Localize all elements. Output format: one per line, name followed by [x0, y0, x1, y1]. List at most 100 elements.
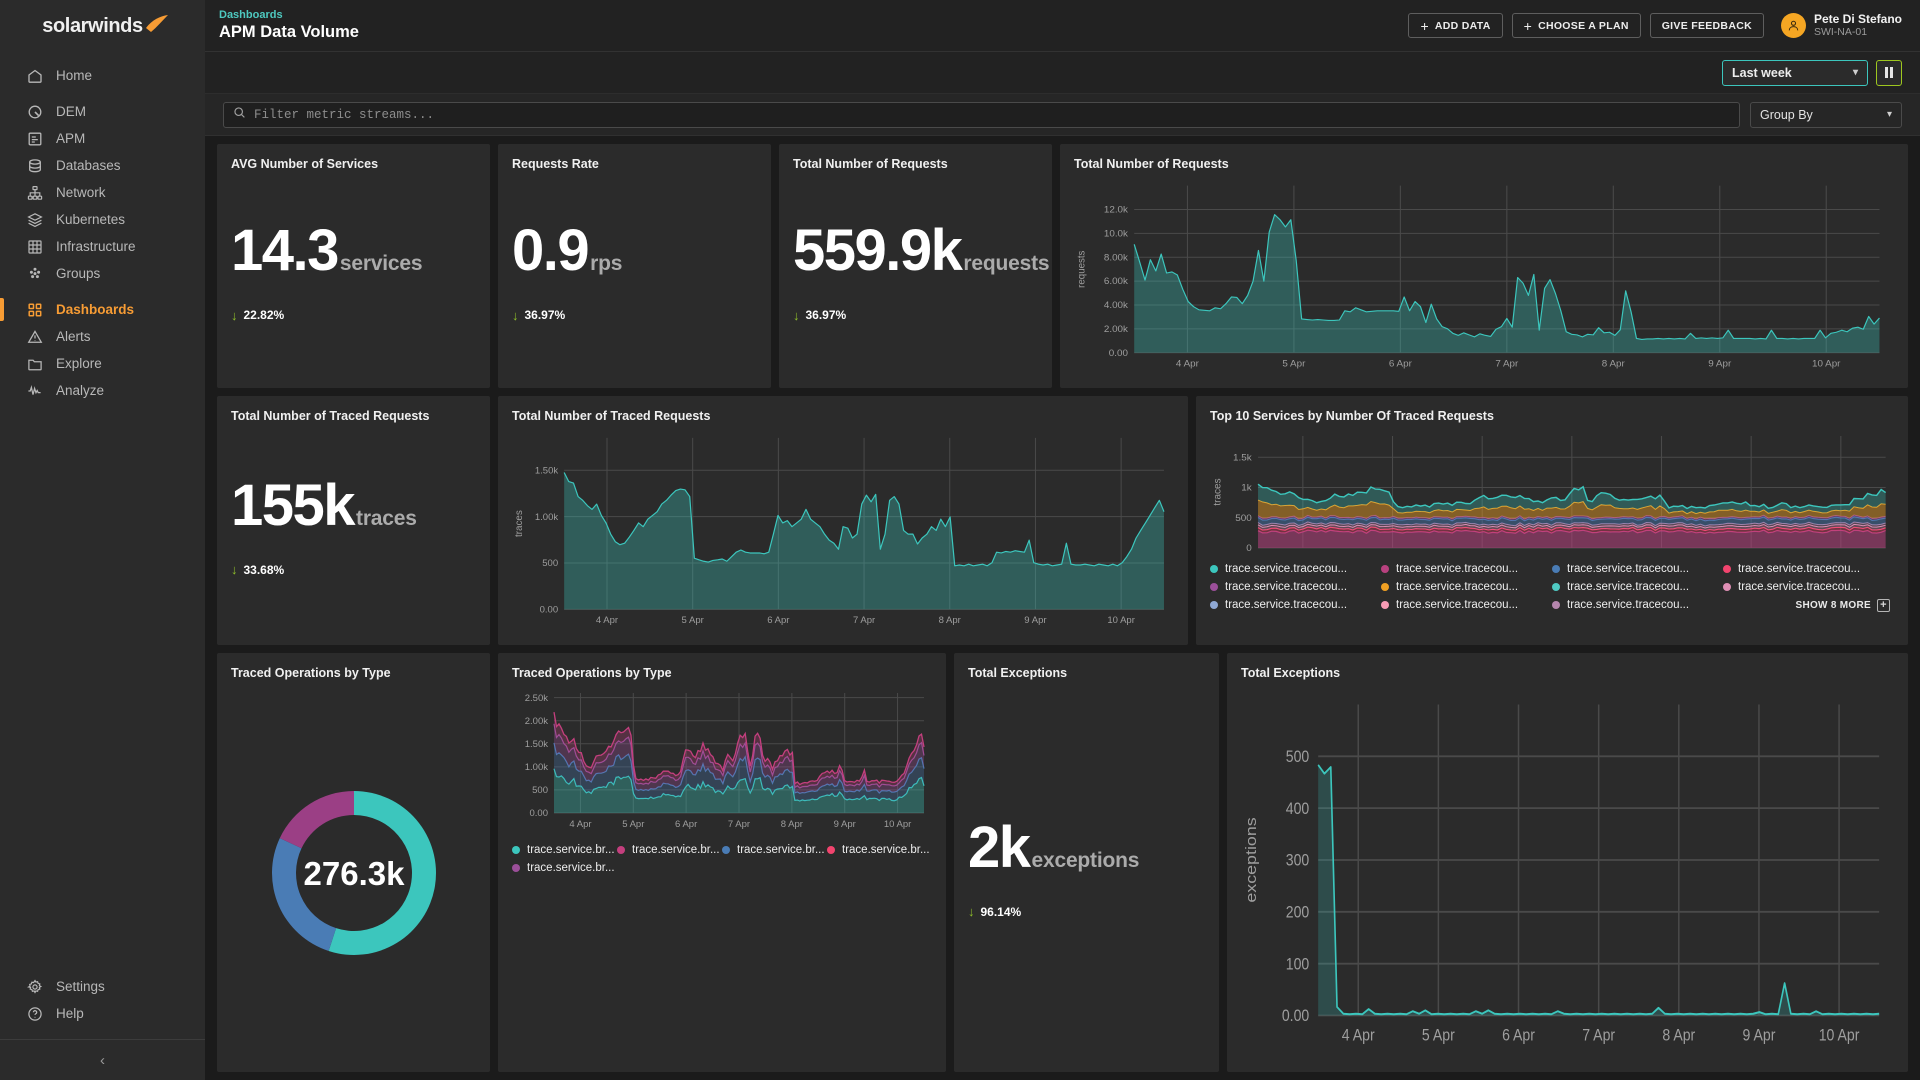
legend-label: trace.service.br...: [842, 844, 930, 856]
donut-body[interactable]: 276.3k: [231, 683, 476, 1062]
group-by-select[interactable]: Group By ▾: [1750, 101, 1902, 128]
plus-icon: +: [1523, 17, 1533, 34]
legend-item[interactable]: trace.service.tracecou...: [1381, 578, 1552, 596]
svg-text:0.00: 0.00: [540, 605, 559, 616]
sidebar-item-alerts[interactable]: Alerts: [0, 323, 205, 350]
time-range-select[interactable]: Last week ▾: [1722, 59, 1868, 86]
search-box[interactable]: [223, 101, 1740, 128]
user-menu[interactable]: Pete Di Stefano SWI-NA-01: [1780, 12, 1902, 39]
home-icon: [26, 67, 43, 84]
svg-text:1.00k: 1.00k: [525, 762, 548, 773]
legend-item[interactable]: trace.service.tracecou...: [1723, 560, 1894, 578]
chart-traced-ops-type[interactable]: 0.00 500 1.00k 1.50k 2.00k 2.50k 4 Apr 5 Apr 6 A…: [512, 683, 932, 835]
sidebar-item-label: DEM: [56, 104, 86, 119]
add-data-button[interactable]: + ADD DATA: [1408, 13, 1503, 38]
sidebar-item-help[interactable]: Help: [0, 1000, 205, 1027]
chart-total-requests[interactable]: 0.00 2.00k 4.00k 6.00k 8.00k 10.0k 12.0k 4 Apr 5…: [1074, 174, 1894, 378]
legend-label: trace.service.br...: [737, 844, 825, 856]
chart-top10-services[interactable]: 0 500 1k 1.5k traces: [1210, 426, 1894, 554]
chevron-left-icon[interactable]: ‹: [100, 1052, 105, 1069]
legend-item[interactable]: trace.service.tracecou...: [1381, 560, 1552, 578]
apm-icon: [26, 130, 43, 147]
kpi-number: 0.9: [512, 218, 590, 283]
svg-text:6.00k: 6.00k: [1104, 277, 1128, 288]
sidebar-item-infrastructure[interactable]: Infrastructure: [0, 233, 205, 260]
kpi-unit: traces: [356, 506, 417, 530]
sidebar-item-groups[interactable]: Groups: [0, 260, 205, 287]
legend-item[interactable]: trace.service.br...: [722, 841, 827, 859]
arrow-down-icon: ↓: [231, 562, 238, 577]
pause-icon-bar: [1885, 67, 1888, 78]
show-more-label: SHOW 8 MORE: [1795, 599, 1871, 611]
kpi-delta-value: 96.14%: [980, 904, 1022, 919]
kpi-delta: ↓ 36.97%: [793, 308, 1038, 322]
legend-item[interactable]: trace.service.tracecou...: [1552, 560, 1723, 578]
legend-top10-services: trace.service.tracecou... trace.service.t…: [1210, 560, 1894, 614]
sidebar-item-dem[interactable]: DEM: [0, 98, 205, 125]
legend-item[interactable]: trace.service.tracecou...: [1552, 596, 1723, 614]
sidebar-item-analyze[interactable]: Analyze: [0, 377, 205, 404]
donut-slice[interactable]: [279, 790, 354, 848]
sidebar-item-dashboards[interactable]: Dashboards: [0, 296, 205, 323]
kpi-card-requests-rate: Requests Rate 0.9 rps ↓ 36.97%: [498, 144, 771, 388]
chart-traced-requests[interactable]: 0.00 500 1.00k 1.50k 4 Apr 5 Apr 6 Apr 7 Apr 8 A…: [512, 426, 1174, 635]
legend-label: trace.service.tracecou...: [1225, 599, 1348, 611]
chart-card-traced-ops-type: Traced Operations by Type 0.00 500 1.00k 1.…: [498, 653, 946, 1072]
svg-text:5 Apr: 5 Apr: [622, 819, 644, 830]
search-input[interactable]: [254, 107, 1730, 122]
svg-text:9 Apr: 9 Apr: [1708, 359, 1732, 370]
choose-a-plan-button[interactable]: + CHOOSE A PLAN: [1511, 13, 1641, 38]
svg-text:0.00: 0.00: [530, 808, 549, 819]
sidebar-item-settings[interactable]: Settings: [0, 973, 205, 1000]
kpi-number: 2k: [968, 814, 1031, 880]
time-range-value: Last week: [1732, 65, 1792, 80]
legend-item[interactable]: trace.service.tracecou...: [1723, 578, 1894, 596]
sidebar-item-label: Network: [56, 185, 106, 200]
svg-text:0.00: 0.00: [1109, 348, 1128, 359]
sidebar-item-databases[interactable]: Databases: [0, 152, 205, 179]
sidebar-item-home[interactable]: Home: [0, 62, 205, 89]
legend-item[interactable]: trace.service.tracecou...: [1552, 578, 1723, 596]
legend-item[interactable]: trace.service.br...: [827, 841, 932, 859]
breadcrumb[interactable]: Dashboards: [219, 9, 359, 22]
svg-text:300: 300: [1286, 852, 1310, 870]
donut-center-label: 276.3k: [303, 855, 405, 892]
legend-label: trace.service.tracecou...: [1567, 581, 1690, 593]
svg-text:4.00k: 4.00k: [1104, 300, 1128, 311]
sidebar-item-kubernetes[interactable]: Kubernetes: [0, 206, 205, 233]
card-title: Total Number of Requests: [1074, 157, 1229, 171]
legend-item[interactable]: trace.service.tracecou...: [1210, 560, 1381, 578]
legend-label: trace.service.tracecou...: [1396, 599, 1519, 611]
brand-logo[interactable]: solarwinds: [0, 0, 205, 52]
add-data-label: ADD DATA: [1434, 19, 1491, 32]
legend-traced-ops: trace.service.br... trace.service.br... tr…: [512, 841, 932, 877]
svg-text:traces: traces: [514, 510, 525, 537]
chart-total-exceptions[interactable]: 0.00 100 200 300 400 500 4 Apr 5 Apr 6 Apr 7 Apr 8…: [1241, 683, 1894, 1062]
sidebar-collapse-row: ‹: [0, 1040, 205, 1080]
legend-item[interactable]: trace.service.br...: [512, 841, 617, 859]
legend-color-dot: [1210, 565, 1218, 573]
svg-text:1k: 1k: [1241, 483, 1252, 494]
arrow-down-icon: ↓: [793, 307, 800, 323]
sidebar-item-apm[interactable]: APM: [0, 125, 205, 152]
legend-item[interactable]: trace.service.tracecou...: [1210, 578, 1381, 596]
main-content: Dashboards APM Data Volume + ADD DATA + …: [205, 0, 1920, 1080]
kpi-unit: rps: [590, 252, 623, 275]
svg-text:exceptions: exceptions: [1243, 817, 1259, 902]
pause-button[interactable]: [1876, 59, 1902, 86]
legend-item[interactable]: trace.service.tracecou...: [1210, 596, 1381, 614]
legend-item[interactable]: trace.service.br...: [617, 841, 722, 859]
legend-item[interactable]: trace.service.tracecou...: [1381, 596, 1552, 614]
kpi-value: 2k exceptions: [968, 814, 1205, 880]
card-title: Total Number of Traced Requests: [512, 409, 711, 423]
svg-text:1.50k: 1.50k: [525, 739, 548, 750]
give-feedback-button[interactable]: GIVE FEEDBACK: [1649, 13, 1764, 38]
svg-text:1.5k: 1.5k: [1233, 453, 1252, 464]
legend-color-dot: [1381, 601, 1389, 609]
show-more-button[interactable]: SHOW 8 MORE +: [1795, 596, 1894, 614]
kpi-delta: ↓ 22.82%: [231, 308, 476, 322]
legend-item[interactable]: trace.service.br...: [512, 859, 617, 877]
svg-text:9 Apr: 9 Apr: [1024, 615, 1046, 626]
sidebar-item-explore[interactable]: Explore: [0, 350, 205, 377]
sidebar-item-network[interactable]: Network: [0, 179, 205, 206]
